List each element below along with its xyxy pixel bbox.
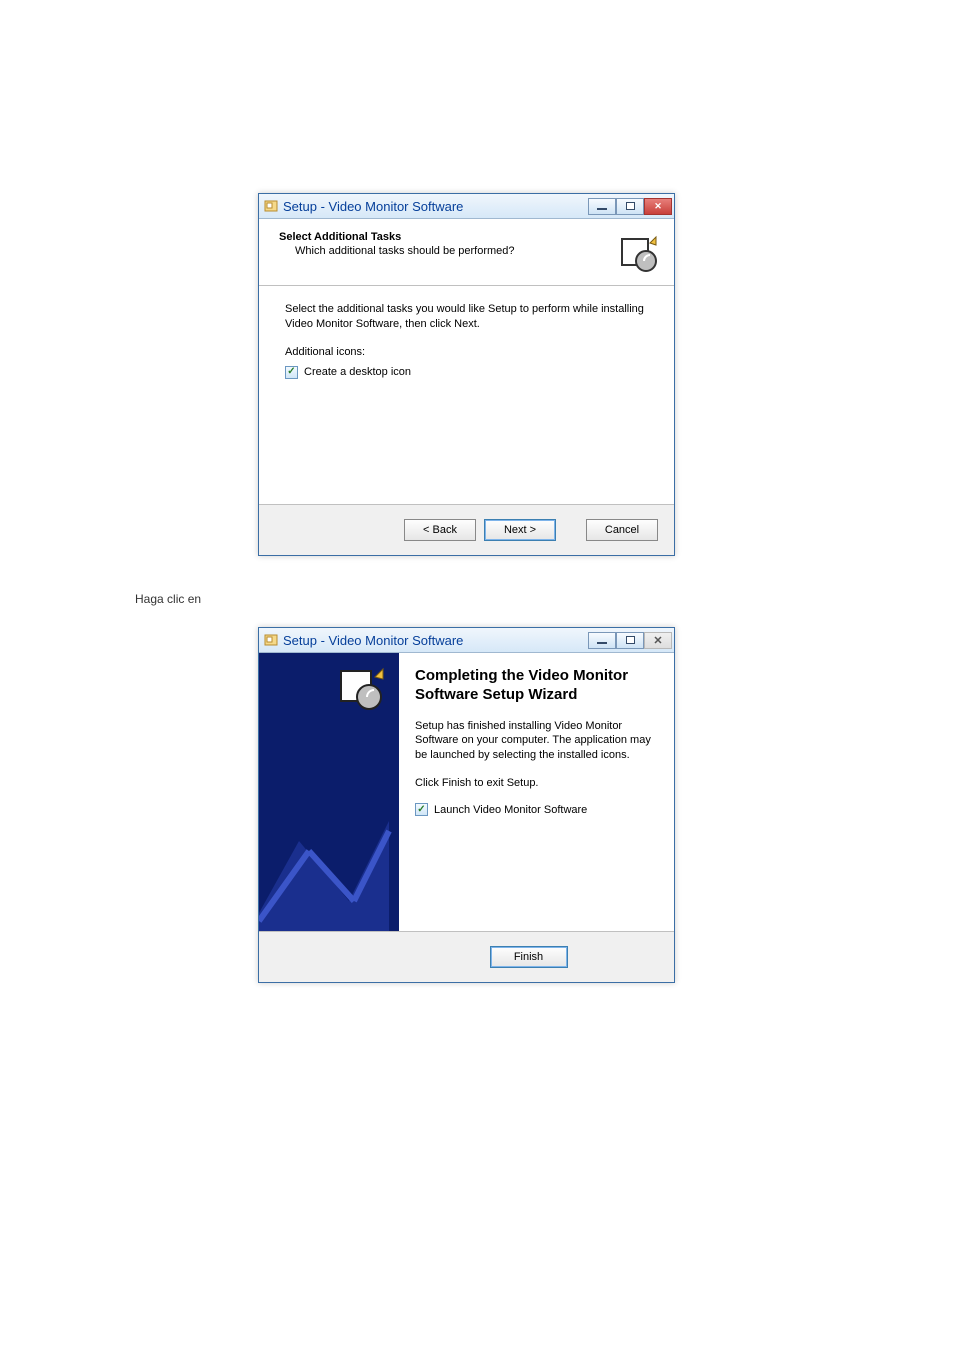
checkbox-label-create-desktop-icon[interactable]: Create a desktop icon (304, 366, 411, 378)
wizard-side-icon (337, 665, 385, 713)
wizard-footer: Finish (259, 931, 674, 982)
back-button[interactable]: < Back (404, 519, 476, 541)
maximize-button[interactable] (616, 198, 644, 215)
close-icon: ✕ (654, 201, 662, 212)
setup-dialog-additional-tasks: Setup - Video Monitor Software ✕ Select … (258, 193, 675, 556)
titlebar[interactable]: Setup - Video Monitor Software ✕ (259, 194, 674, 219)
maximize-button[interactable] (616, 632, 644, 649)
window-controls: ✕ (588, 632, 672, 649)
minimize-button[interactable] (588, 198, 616, 215)
app-icon (263, 198, 279, 214)
wizard-header-subtitle: Which additional tasks should be perform… (295, 245, 616, 257)
minimize-button[interactable] (588, 632, 616, 649)
wizard-footer: < Back Next > Cancel (259, 504, 674, 555)
checkbox-launch-software[interactable]: ✓ (415, 803, 428, 816)
next-button[interactable]: Next > (484, 519, 556, 541)
checkbox-label-launch-software[interactable]: Launch Video Monitor Software (434, 804, 587, 816)
exit-instruction: Click Finish to exit Setup. (415, 777, 656, 789)
page-caption: Haga clic en (135, 592, 201, 606)
instruction-text: Select the additional tasks you would li… (285, 302, 648, 332)
close-button[interactable]: ✕ (644, 198, 672, 215)
wizard-header-title: Select Additional Tasks (279, 231, 616, 243)
checkmark-icon: ✓ (287, 367, 295, 377)
wizard-content: Completing the Video Monitor Software Se… (399, 653, 674, 931)
titlebar[interactable]: Setup - Video Monitor Software ✕ (259, 628, 674, 653)
minimize-icon (597, 642, 607, 644)
window-title: Setup - Video Monitor Software (283, 199, 588, 214)
window-controls: ✕ (588, 198, 672, 215)
cancel-button[interactable]: Cancel (586, 519, 658, 541)
group-label-additional-icons: Additional icons: (285, 346, 648, 358)
setup-dialog-completing: Setup - Video Monitor Software ✕ Co (258, 627, 675, 983)
close-icon: ✕ (653, 634, 662, 647)
maximize-icon (626, 636, 635, 644)
app-icon (263, 632, 279, 648)
wizard-body: Completing the Video Monitor Software Se… (259, 653, 674, 931)
checkmark-icon: ✓ (417, 805, 425, 815)
completing-paragraph: Setup has finished installing Video Moni… (415, 719, 656, 764)
wizard-header: Select Additional Tasks Which additional… (259, 219, 674, 286)
minimize-icon (597, 208, 607, 210)
decorative-shape (259, 781, 399, 931)
checkbox-create-desktop-icon[interactable]: ✓ (285, 366, 298, 379)
close-button[interactable]: ✕ (644, 632, 672, 649)
window-title: Setup - Video Monitor Software (283, 633, 588, 648)
finish-button[interactable]: Finish (490, 946, 568, 968)
wizard-body: Select the additional tasks you would li… (259, 286, 674, 504)
wizard-header-icon (616, 231, 660, 275)
completing-heading: Completing the Video Monitor Software Se… (415, 667, 656, 705)
maximize-icon (626, 202, 635, 210)
wizard-side-panel (259, 653, 399, 931)
